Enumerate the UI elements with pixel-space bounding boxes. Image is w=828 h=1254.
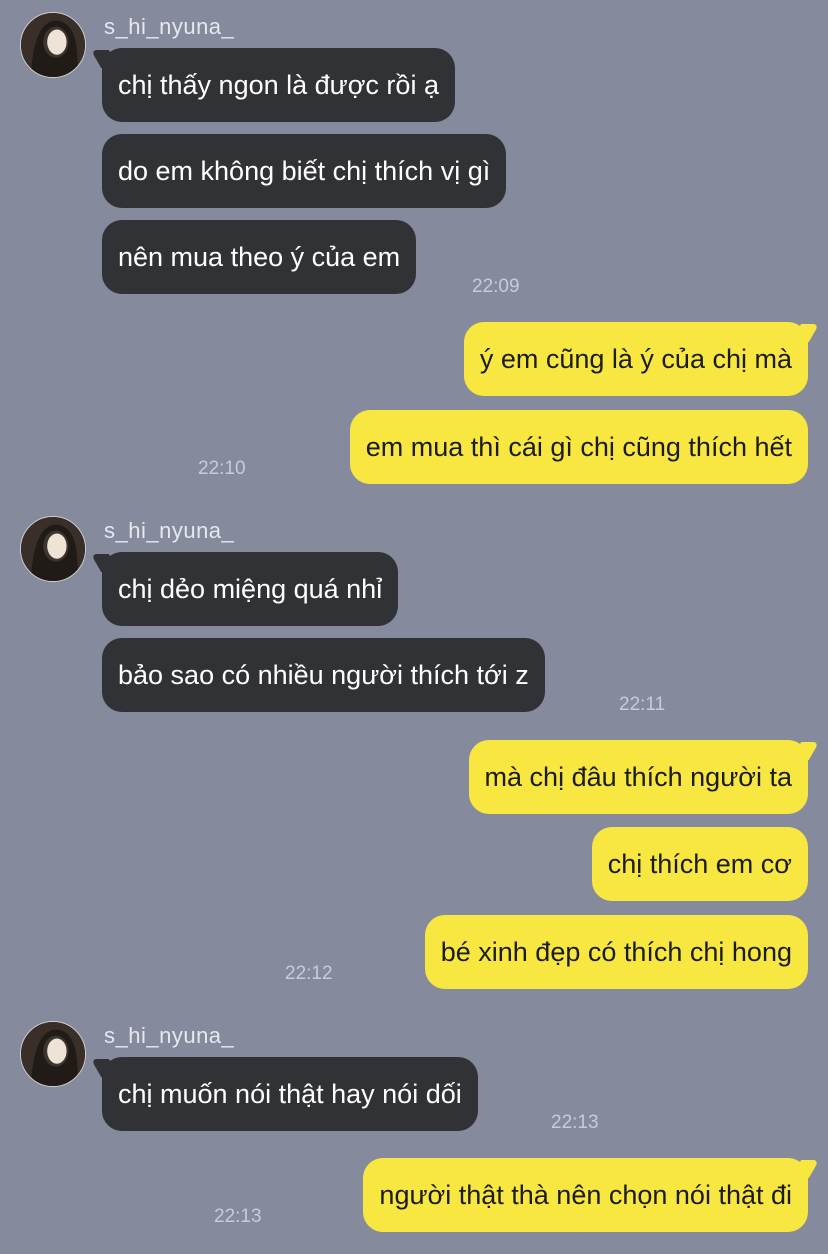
sender-name: s_hi_nyuna_ <box>104 518 235 543</box>
message-bubble-outgoing[interactable]: mà chị đâu thích người ta <box>468 740 808 814</box>
message-bubble-outgoing[interactable]: ý em cũng là ý của chị mà <box>463 322 808 396</box>
message-timestamp: 22:11 <box>619 694 666 715</box>
message-bubble-incoming[interactable]: chị thấy ngon là được rồi ạ <box>102 48 455 122</box>
message-bubble-incoming[interactable]: do em không biết chị thích vị gì <box>102 134 507 208</box>
avatar[interactable] <box>20 516 86 582</box>
message-timestamp: 22:13 <box>551 1112 599 1133</box>
avatar-photo-icon <box>21 13 85 77</box>
sender-name: s_hi_nyuna_ <box>104 1023 235 1048</box>
message-bubble-outgoing[interactable]: người thật thà nên chọn nói thật đi <box>363 1158 808 1232</box>
message-bubble-incoming[interactable]: chị dẻo miệng quá nhỉ <box>102 552 399 626</box>
avatar-photo-icon <box>21 1022 85 1086</box>
avatar[interactable] <box>20 12 86 78</box>
message-timestamp: 22:12 <box>285 963 333 984</box>
message-bubble-incoming[interactable]: chị muốn nói thật hay nói dối <box>102 1057 478 1131</box>
message-timestamp: 22:10 <box>198 458 246 479</box>
message-timestamp: 22:13 <box>214 1206 262 1227</box>
message-timestamp: 22:09 <box>472 276 520 297</box>
message-bubble-outgoing[interactable]: bé xinh đẹp có thích chị hong <box>424 915 808 989</box>
message-bubble-incoming[interactable]: nên mua theo ý của em <box>102 220 417 294</box>
avatar-photo-icon <box>21 517 85 581</box>
message-bubble-outgoing[interactable]: chị thích em cơ <box>591 827 808 901</box>
message-bubble-outgoing[interactable]: em mua thì cái gì chị cũng thích hết <box>349 410 808 484</box>
message-bubble-incoming[interactable]: bảo sao có nhiều người thích tới z <box>102 638 545 712</box>
sender-name: s_hi_nyuna_ <box>104 14 235 39</box>
avatar[interactable] <box>20 1021 86 1087</box>
